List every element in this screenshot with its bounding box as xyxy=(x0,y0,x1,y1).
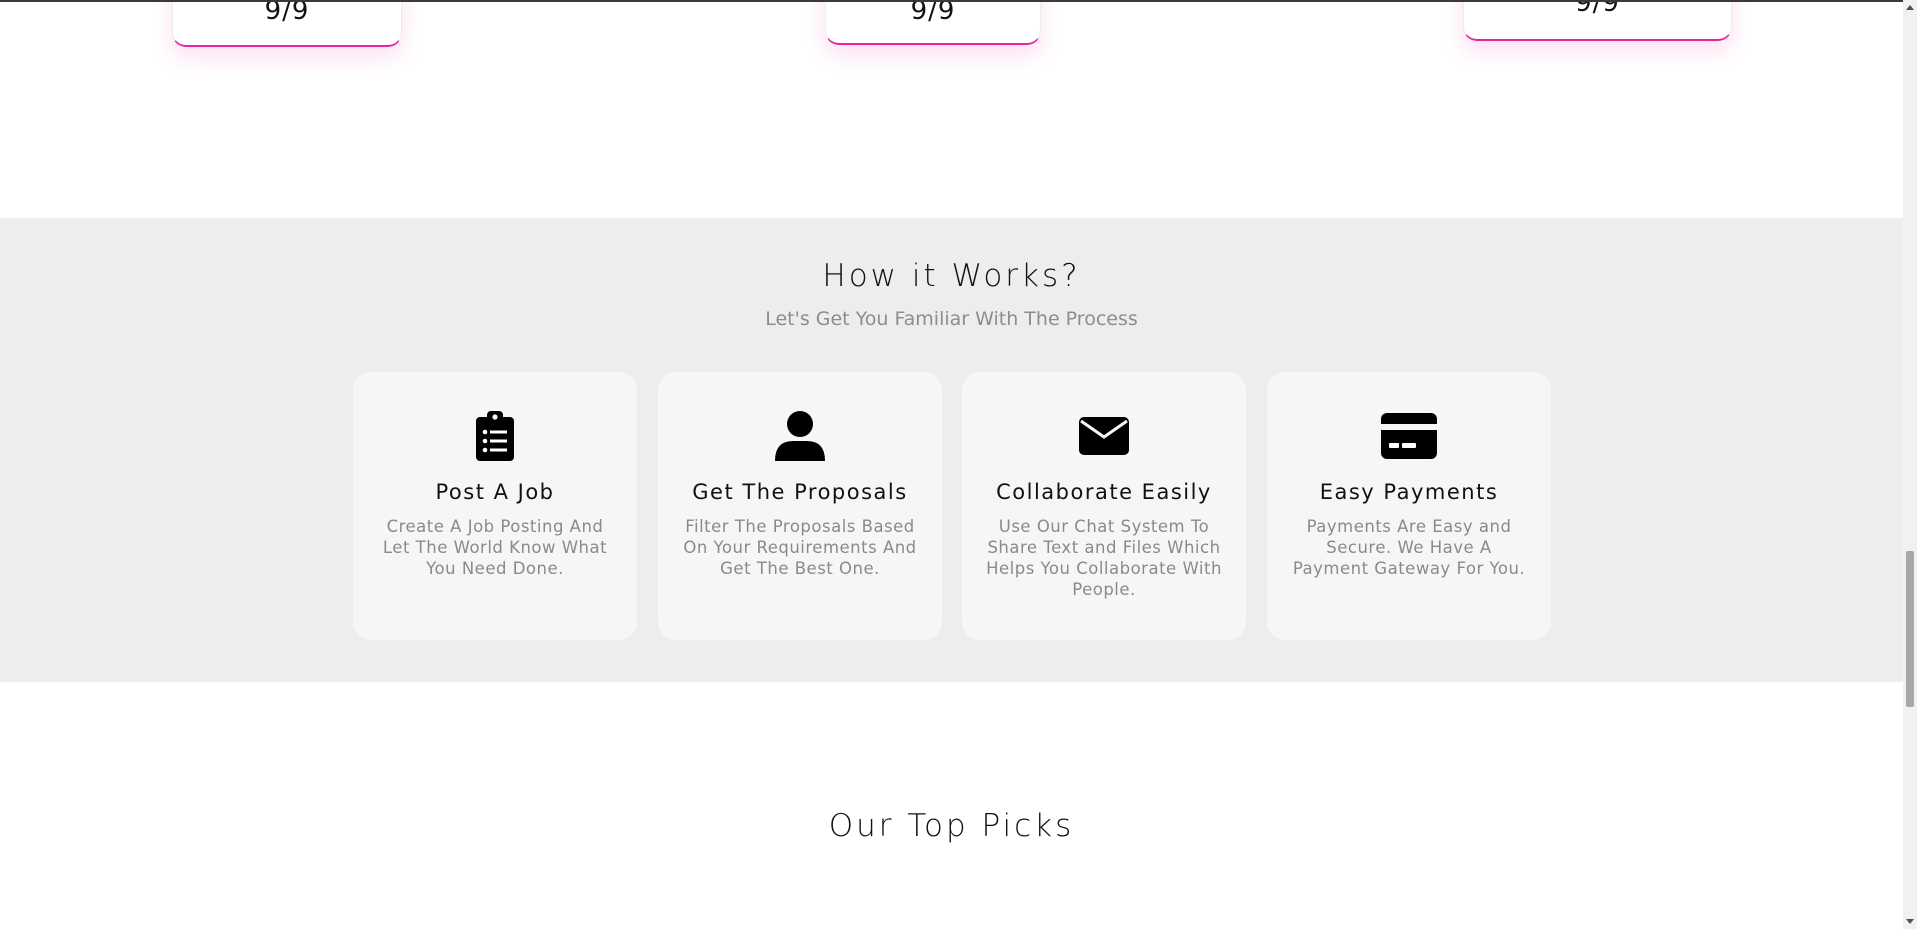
step-description: Payments Are Easy and Secure. We Have A … xyxy=(1292,517,1526,578)
step-title: Post A Job xyxy=(435,480,555,504)
step-card-post-job: Post A Job Create A Job Posting And Let … xyxy=(353,372,637,640)
step-description: Filter The Proposals Based On Your Requi… xyxy=(683,517,917,578)
step-title: Easy Payments xyxy=(1319,480,1499,504)
step-card-payments: Easy Payments Payments Are Easy and Secu… xyxy=(1267,372,1551,640)
user-icon xyxy=(658,410,942,462)
vertical-scrollbar[interactable] xyxy=(1903,0,1917,929)
stat-value: 9/9 xyxy=(264,0,310,26)
step-description: Create A Job Posting And Let The World K… xyxy=(382,517,608,578)
stat-card: 9/9 xyxy=(172,0,402,47)
section-title: How it Works? xyxy=(822,258,1081,294)
page: 9/9 9/9 9/9 How it Works? Let's Get You … xyxy=(0,0,1903,929)
stat-card: 9/9 xyxy=(825,0,1041,45)
step-title: Collaborate Easily xyxy=(996,480,1212,504)
how-it-works-section: How it Works? Let's Get You Familiar Wit… xyxy=(0,218,1903,682)
stat-value: 9/9 xyxy=(910,0,956,26)
step-title: Get The Proposals xyxy=(692,480,908,504)
top-picks-title: Our Top Picks xyxy=(828,808,1075,844)
scroll-down-arrow-icon[interactable] xyxy=(1903,915,1917,929)
scroll-up-arrow-icon[interactable] xyxy=(1903,0,1917,14)
clipboard-list-icon xyxy=(353,410,637,462)
stat-value: 9/9 xyxy=(1575,0,1620,18)
scrollbar-thumb[interactable] xyxy=(1906,551,1914,707)
window-top-border xyxy=(0,0,1903,2)
step-description: Use Our Chat System To Share Text and Fi… xyxy=(986,517,1222,599)
step-card-collaborate: Collaborate Easily Use Our Chat System T… xyxy=(962,372,1246,640)
stat-card: 9/9 xyxy=(1463,0,1732,41)
section-subtitle: Let's Get You Familiar With The Process xyxy=(765,308,1138,330)
envelope-icon xyxy=(962,410,1246,462)
credit-card-icon xyxy=(1267,410,1551,462)
step-card-get-proposals: Get The Proposals Filter The Proposals B… xyxy=(658,372,942,640)
